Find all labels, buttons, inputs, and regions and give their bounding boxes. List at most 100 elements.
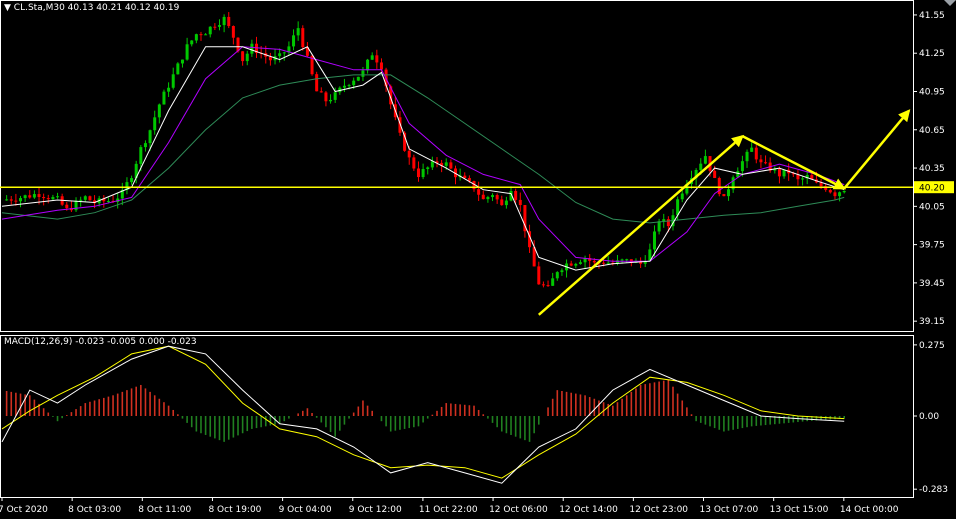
candle-body	[449, 162, 453, 169]
candle-body	[14, 200, 18, 202]
candle-body	[23, 195, 27, 199]
candle-body	[463, 175, 467, 179]
chart-header: ▼ CL.Sta,M30 40.13 40.21 40.12 40.19	[4, 3, 179, 13]
candle-body	[838, 192, 842, 197]
symbol-label: CL.Sta,M30	[13, 3, 65, 13]
candle-body	[171, 74, 175, 88]
candle-body	[46, 198, 50, 200]
macd-panel[interactable]: 0.275 0.00 -0.283	[0, 335, 949, 498]
candle-body	[278, 53, 282, 57]
x-tick-label: 7 Oct 2020	[0, 505, 48, 515]
candle-body	[602, 262, 606, 264]
x-tick-label: 9 Oct 04:00	[279, 505, 332, 515]
x-tick-label: 13 Oct 07:00	[700, 505, 759, 515]
candle-body	[495, 195, 499, 200]
candle-body	[569, 263, 573, 266]
candle-body	[713, 170, 717, 178]
trend-arrow	[741, 135, 846, 190]
ma-mid-line	[1, 46, 845, 262]
candle-body	[477, 189, 481, 195]
candle-body	[180, 59, 184, 64]
triangle-down-icon[interactable]: ▼	[4, 3, 11, 13]
ohlc-values: 40.13 40.21 40.12 40.19	[67, 3, 180, 13]
candle-body	[213, 26, 217, 28]
chart-canvas[interactable]: 41.55 41.25 40.95 40.65 40.35 40.05 39.75 39.45…	[0, 0, 956, 519]
candle-body	[148, 130, 152, 144]
candle-body	[19, 198, 23, 202]
candle-body	[245, 53, 249, 62]
candle-body	[143, 143, 147, 148]
candle-body	[5, 199, 9, 201]
macd-y-tick-label: 0.00	[919, 412, 939, 422]
candle-body	[833, 192, 837, 197]
candle-body	[282, 52, 286, 54]
candle-body	[185, 44, 189, 60]
price-level-tag-label: 40.20	[919, 184, 945, 194]
candle-body	[227, 16, 231, 27]
candle-body	[578, 262, 582, 264]
candle-body	[106, 200, 110, 202]
candle-body	[801, 178, 805, 180]
x-tick-label: 14 Oct 00:00	[840, 505, 899, 515]
candle-body	[65, 204, 69, 209]
y-tick-label: 40.35	[919, 164, 945, 174]
trend-arrow	[843, 109, 911, 190]
candle-body	[241, 51, 245, 62]
y-tick-label: 39.45	[919, 279, 945, 289]
candle-body	[555, 272, 559, 279]
candle-body	[130, 178, 134, 183]
candle-body	[777, 168, 781, 177]
candle-body	[592, 260, 596, 263]
price-panel[interactable]: 41.55 41.25 40.95 40.65 40.35 40.05 39.75 39.45…	[0, 0, 954, 332]
candle-body	[301, 28, 305, 48]
candle-body	[750, 147, 754, 152]
y-tick-label: 40.05	[919, 202, 945, 212]
candle-body	[625, 259, 629, 261]
candle-body	[541, 284, 545, 286]
trend-arrow	[537, 134, 744, 316]
x-tick-label: 12 Oct 06:00	[489, 505, 548, 515]
candle-body	[842, 190, 846, 193]
candle-body	[486, 197, 490, 200]
panel-menu-icon[interactable]	[944, 0, 956, 6]
y-tick-label: 39.75	[919, 241, 945, 251]
candle-body	[430, 161, 434, 168]
candle-body	[764, 162, 768, 164]
candle-body	[551, 278, 555, 286]
ma-slow-line	[1, 74, 845, 224]
candle-body	[444, 162, 448, 166]
candle-body	[157, 104, 161, 118]
candle-body	[416, 168, 420, 178]
candle-body	[606, 262, 610, 264]
macd-signal-line	[1, 345, 845, 479]
candle-body	[56, 196, 60, 198]
candle-body	[250, 43, 254, 54]
candle-body	[500, 199, 504, 206]
candle-body	[426, 167, 430, 170]
macd-header: MACD(12,26,9) -0.023 -0.005 0.000 -0.023	[4, 337, 197, 347]
candle-body	[42, 197, 46, 199]
candle-body	[745, 151, 749, 162]
candle-body	[782, 169, 786, 177]
candle-body	[537, 266, 541, 285]
candle-body	[204, 34, 208, 36]
candle-body	[315, 74, 319, 92]
candle-body	[361, 70, 365, 77]
candle-body	[620, 259, 624, 261]
candle-body	[217, 25, 221, 27]
candle-body	[324, 92, 328, 102]
x-tick-label: 8 Oct 11:00	[138, 505, 191, 515]
candle-body	[546, 285, 550, 287]
candle-body	[412, 157, 416, 169]
y-tick-label: 40.95	[919, 87, 945, 97]
candle-body	[51, 197, 55, 200]
candle-body	[139, 147, 143, 164]
candle-body	[657, 221, 661, 232]
candle-body	[222, 16, 226, 26]
candle-body	[329, 99, 333, 102]
time-axis: 7 Oct 2020 8 Oct 03:00 8 Oct 11:00 8 Oct 19…	[0, 497, 899, 515]
candle-body	[190, 40, 194, 45]
candle-body	[333, 92, 337, 100]
candle-body	[199, 34, 203, 36]
candle-body	[366, 59, 370, 71]
